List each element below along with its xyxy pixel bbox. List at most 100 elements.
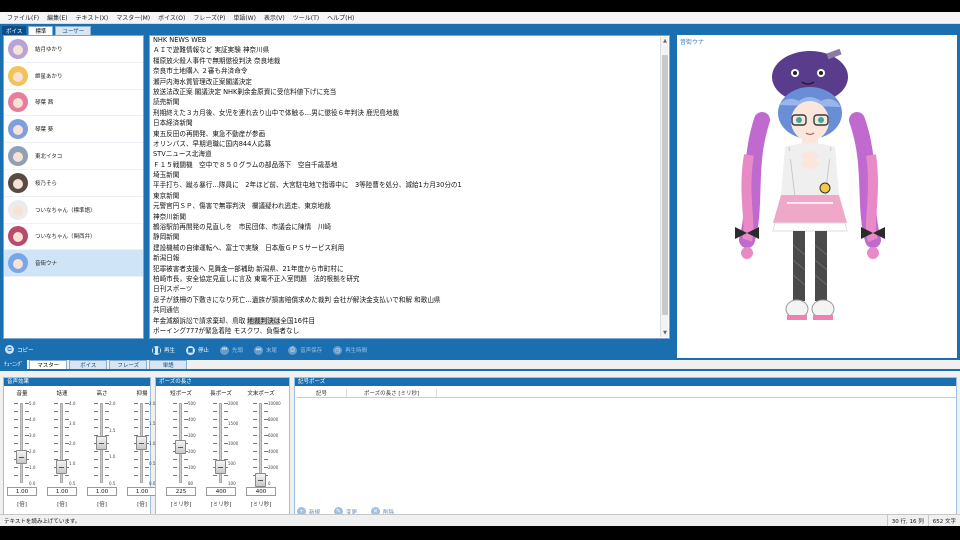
voice-list-item[interactable]: 桜乃そら bbox=[4, 170, 143, 197]
text-editor[interactable]: NHK NEWS WEB ＡＩで遊難情報など 実証実験 神奈川県 橿原放火殺人事件で… bbox=[149, 35, 670, 339]
slider-scale: 500 400 300 200 100 80 bbox=[188, 401, 202, 486]
slider-unit: [倍] bbox=[97, 502, 107, 508]
voice-panel-label: ボイス bbox=[2, 26, 27, 35]
tab-word[interactable]: 単語 bbox=[149, 360, 188, 369]
column-pause-length[interactable]: ポーズの長さ [ミリ秒] bbox=[347, 389, 437, 397]
text-line: 東五反田の再開発、東急不動産が参画 bbox=[153, 129, 266, 138]
playback-button-stop[interactable]: ■ 停止 bbox=[186, 345, 209, 355]
playback-button-pause[interactable]: ❚❚ 再生 bbox=[151, 345, 175, 355]
scroll-thumb[interactable] bbox=[662, 55, 668, 315]
slider-knob[interactable] bbox=[16, 449, 27, 464]
playback-button-save-audio[interactable]: ⎙ 音声保存 bbox=[288, 345, 323, 355]
slider-label: 音量 bbox=[16, 391, 28, 397]
scroll-down-icon[interactable]: ▼ bbox=[661, 329, 669, 337]
tab-standard[interactable]: 標準 bbox=[28, 26, 54, 35]
voice-name: 音街ウナ bbox=[35, 261, 58, 268]
scale-label: 80 bbox=[188, 481, 194, 486]
text-line: 共同通信 bbox=[153, 306, 180, 315]
char-count: 652 文字 bbox=[927, 514, 960, 526]
slider-scale: 5.0 4.0 3.0 2.0 1.0 0.0 bbox=[29, 401, 43, 486]
slider-knob[interactable] bbox=[56, 460, 67, 474]
character-view: 音街ウナ bbox=[677, 35, 957, 358]
skip-start-icon: ⏮ bbox=[220, 345, 230, 355]
slider-label: 長ポーズ bbox=[210, 391, 232, 397]
scale-label: 1.0 bbox=[109, 454, 116, 460]
slider-value-input[interactable]: 1.00 bbox=[47, 487, 77, 496]
slider-knob[interactable] bbox=[175, 440, 186, 454]
slider-track[interactable] bbox=[20, 403, 23, 483]
slider-value-input[interactable]: 1.00 bbox=[7, 487, 37, 496]
voice-effects-group: 音声効果 音量 5.0 4.0 3.0 2.0 1.0 0.0 1.00 [倍] 話速 4.0 3.0… bbox=[3, 377, 157, 517]
slider-knob[interactable] bbox=[255, 472, 266, 487]
tab-phrase[interactable]: フレーズ bbox=[109, 360, 148, 369]
scale-label: 100 bbox=[228, 481, 236, 486]
slider-knob[interactable] bbox=[215, 460, 226, 474]
playback-label: 音声保存 bbox=[300, 348, 323, 354]
voice-avatar bbox=[8, 65, 28, 86]
save-audio-icon: ⎙ bbox=[288, 345, 298, 355]
slider-2: 文末ポーズ 10000 8000 6000 4000 2000 0 400 [ミリ秒] bbox=[242, 388, 281, 516]
voice-name: 紲星あかり bbox=[35, 73, 63, 80]
menu-item[interactable]: 単語(W) bbox=[229, 13, 260, 22]
text-line: 柏崎市長，安全協定見直しに言及 東電不正入室問題 法的根拠を研究 bbox=[153, 274, 360, 283]
voice-list-item[interactable]: ついなちゃん（関西弁） bbox=[4, 224, 143, 251]
voice-list-item[interactable]: 音街ウナ bbox=[4, 250, 143, 278]
scale-label: 1.0 bbox=[69, 461, 76, 466]
playback-button-skip-start[interactable]: ⏮ 先頭 bbox=[220, 345, 243, 355]
slider-value-input[interactable]: 400 bbox=[246, 487, 276, 496]
menu-item[interactable]: テキスト(X) bbox=[72, 13, 113, 22]
playback-button-skip-end[interactable]: ⏭ 末尾 bbox=[254, 345, 278, 355]
slider-value-input[interactable]: 400 bbox=[206, 487, 236, 496]
menu-item[interactable]: マスター(M) bbox=[112, 13, 154, 22]
status-bar: テキストを読み上げています。 30 行, 16 列 652 文字 bbox=[0, 514, 960, 526]
playback-label: 末尾 bbox=[266, 348, 278, 354]
slider-label: 高さ bbox=[96, 391, 108, 397]
slider-1: 話速 4.0 3.0 2.0 1.0 0.5 1.00 [倍] bbox=[43, 388, 81, 516]
menu-item[interactable]: ボイス(O) bbox=[154, 13, 189, 22]
slider-knob[interactable] bbox=[96, 436, 107, 450]
text-line: 瀬戸内海水質管理改正案閣議決定 bbox=[153, 77, 252, 86]
menu-item[interactable]: 編集(E) bbox=[43, 13, 71, 22]
tab-voice[interactable]: ボイス bbox=[69, 360, 108, 369]
scroll-up-icon[interactable]: ▲ bbox=[661, 37, 669, 45]
menu-item[interactable]: フレーズ(P) bbox=[189, 13, 229, 22]
text-line: 静岡新聞 bbox=[153, 233, 180, 242]
voice-name: 結月ゆかり bbox=[35, 46, 63, 53]
tab-user[interactable]: ユーザー bbox=[55, 26, 92, 35]
slider-value-input[interactable]: 225 bbox=[166, 487, 196, 496]
tab-master[interactable]: マスター bbox=[29, 360, 68, 369]
scale-label: 4000 bbox=[268, 449, 279, 454]
slider-value-input[interactable]: 1.00 bbox=[127, 487, 157, 496]
text-line: NHK NEWS WEB bbox=[153, 36, 207, 44]
voice-list-item[interactable]: 琴葉 茜 bbox=[4, 90, 143, 117]
text-line: 鶴浴駅前再開発の見直しを 市民団体、市議会に陳情 川崎 bbox=[153, 223, 332, 232]
voice-list-item[interactable]: 結月ゆかり bbox=[4, 36, 143, 63]
voice-list-item[interactable]: 東北イタコ bbox=[4, 143, 143, 170]
voice-name: 東北イタコ bbox=[35, 154, 63, 161]
scale-label: 100 bbox=[188, 465, 196, 470]
scale-label: 5.0 bbox=[29, 401, 36, 406]
menu-item[interactable]: ファイル(F) bbox=[3, 13, 43, 22]
copy-button[interactable]: ⧉ コピー bbox=[3, 341, 144, 358]
voice-avatar bbox=[8, 92, 28, 113]
menu-item[interactable]: ヘルプ(H) bbox=[323, 13, 358, 22]
playback-button-clock[interactable]: ◷ 再生時間 bbox=[333, 345, 367, 355]
voice-list-item[interactable]: 紲星あかり bbox=[4, 63, 143, 90]
slider-value-input[interactable]: 1.00 bbox=[87, 487, 117, 496]
menu-item[interactable]: 表示(V) bbox=[260, 13, 289, 22]
voice-list: 結月ゆかり紲星あかり琴葉 茜琴葉 葵東北イタコ桜乃そら ついなちゃん（標準語） つい… bbox=[3, 35, 144, 339]
slider-knob[interactable] bbox=[136, 436, 147, 450]
menu-item[interactable]: ツール(T) bbox=[289, 13, 323, 22]
text-line: 読売新聞 bbox=[153, 98, 180, 107]
voice-avatar bbox=[8, 199, 28, 220]
voice-list-item[interactable]: ついなちゃん（標準語） bbox=[4, 197, 143, 224]
menu-bar: ファイル(F) 編集(E) テキスト(X) マスター(M) ボイス(O) フレーズ(P) 単… bbox=[0, 12, 960, 24]
voice-list-item[interactable]: 琴葉 葵 bbox=[4, 116, 143, 144]
text-scrollbar[interactable]: ▲ ▼ bbox=[660, 37, 668, 337]
text-line: 東京新聞 bbox=[153, 191, 180, 200]
voice-avatar bbox=[8, 172, 28, 193]
slider-track[interactable] bbox=[259, 403, 262, 483]
stop-icon: ■ bbox=[186, 345, 196, 355]
text-line: 息子が鉄柵の下敷きになり死亡…遺族が損害賠償求めた裁判 会社が解決金支払いで和解… bbox=[153, 295, 441, 304]
column-symbol[interactable]: 記号 bbox=[297, 389, 347, 397]
